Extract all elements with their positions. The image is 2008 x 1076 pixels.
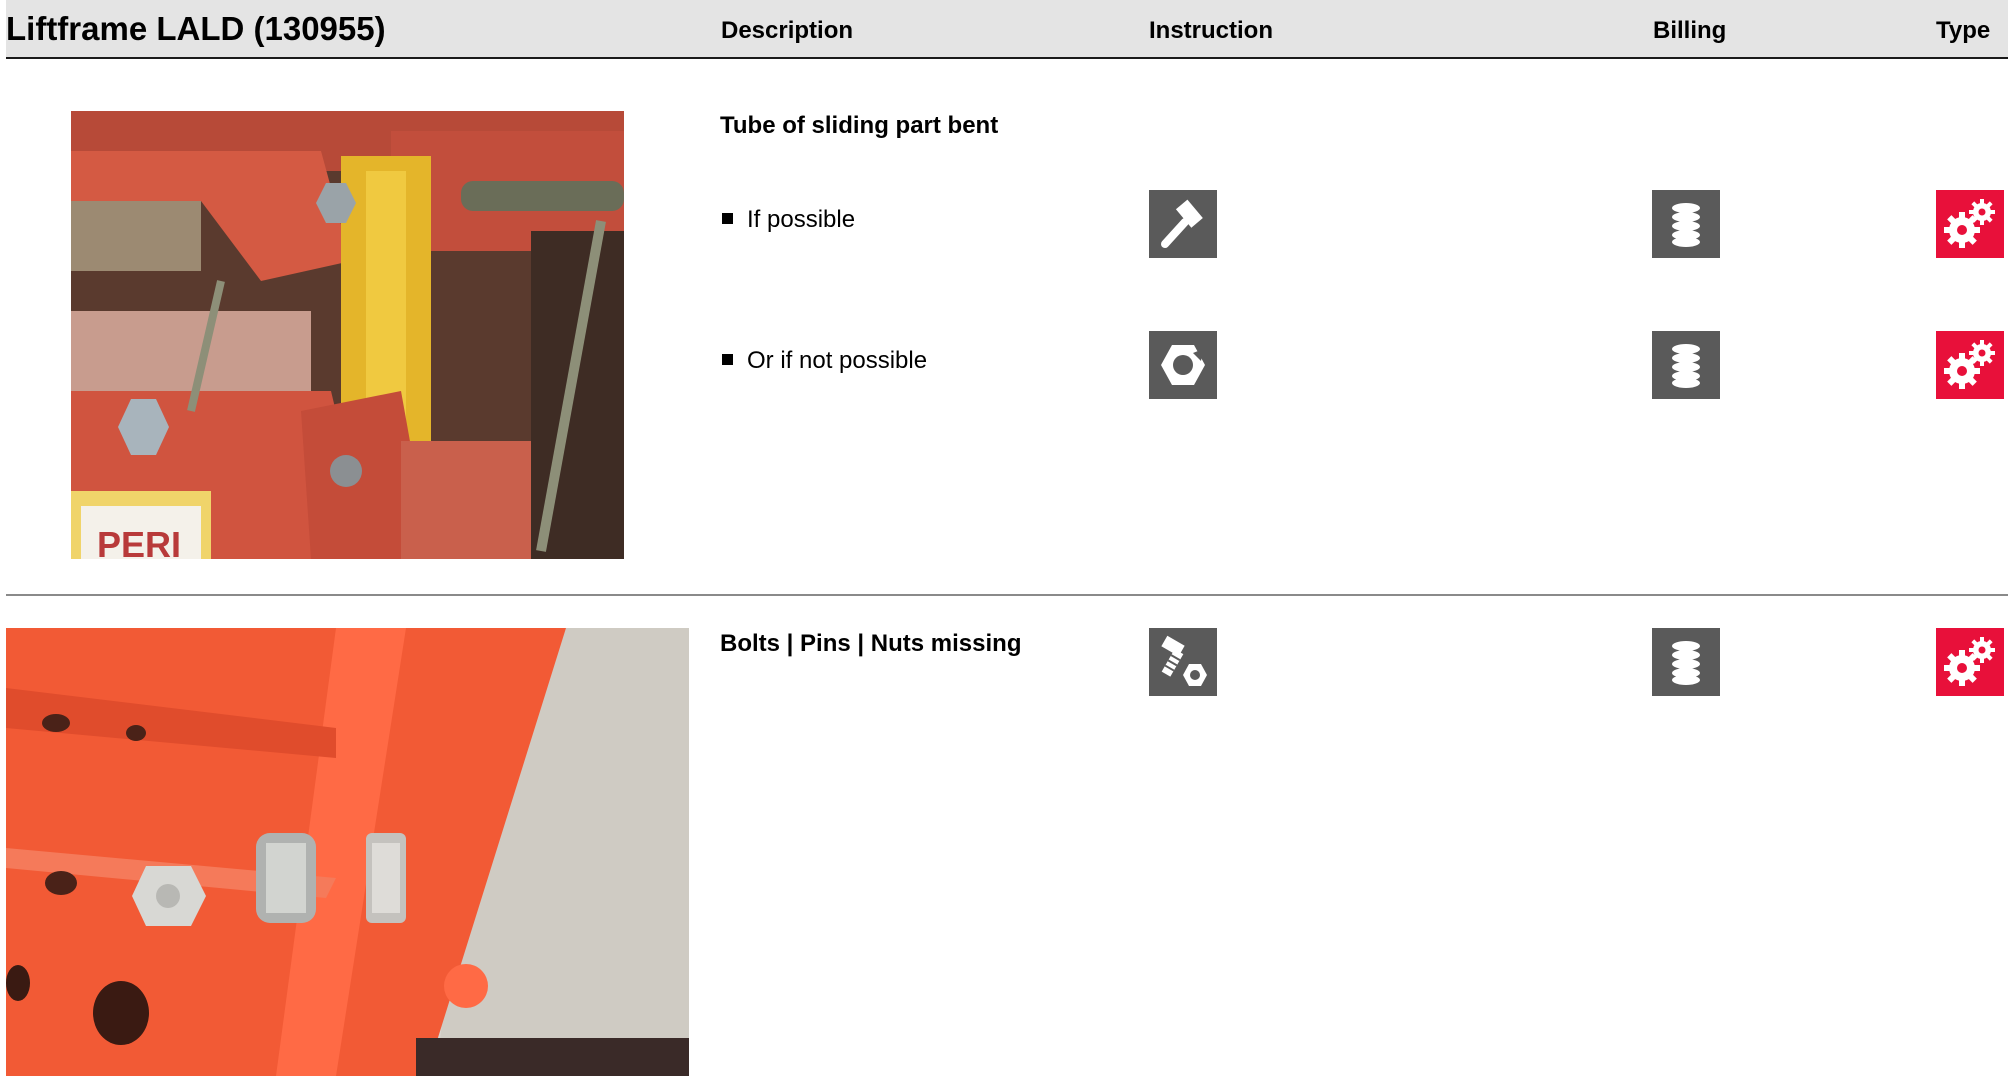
instruction-replace-part-icon-button[interactable]	[1149, 331, 1217, 399]
damage-title-tube-bent: Tube of sliding part bent	[720, 112, 999, 139]
bullet-square	[722, 213, 733, 224]
instruction-hammer-icon-button[interactable]	[1149, 190, 1217, 258]
billing-coins-icon-button[interactable]	[1652, 190, 1720, 258]
photo-brand-label: PERI	[97, 524, 181, 559]
section-divider	[6, 594, 2008, 596]
coins-stack-icon	[1672, 203, 1700, 247]
column-header-description: Description	[721, 17, 854, 44]
instruction-bolt-nut-icon-button[interactable]	[1149, 628, 1217, 696]
hammer-icon	[1161, 199, 1203, 248]
page-title: Liftframe LALD (130955)	[6, 10, 386, 47]
bullet-square	[722, 354, 733, 365]
column-header-billing: Billing	[1653, 17, 1727, 44]
coins-stack-icon	[1672, 641, 1700, 685]
column-header-type: Type	[1936, 17, 1991, 44]
type-gears-icon-button[interactable]	[1936, 190, 2004, 258]
option-label: Or if not possible	[747, 347, 928, 374]
type-gears-icon-button[interactable]	[1936, 628, 2004, 696]
column-header-instruction: Instruction	[1149, 17, 1273, 44]
option-if-not-possible: Or if not possible	[722, 347, 927, 375]
type-gears-icon-button[interactable]	[1936, 331, 2004, 399]
replace-part-icon	[1161, 345, 1205, 385]
billing-coins-icon-button[interactable]	[1652, 628, 1720, 696]
damage-photo-bolts-missing	[6, 628, 689, 1076]
table-header: Liftframe LALD (130955) Description Inst…	[6, 0, 2008, 59]
gears-icon	[1944, 199, 1995, 248]
coins-stack-icon	[1672, 344, 1700, 388]
gears-icon	[1944, 637, 1995, 686]
option-label: If possible	[747, 206, 856, 233]
billing-coins-icon-button[interactable]	[1652, 331, 1720, 399]
option-if-possible: If possible	[722, 206, 855, 234]
gears-icon	[1944, 340, 1995, 389]
damage-title-bolts-missing: Bolts | Pins | Nuts missing	[720, 630, 1022, 657]
bolt-nut-icon	[1161, 635, 1207, 686]
damage-photo-tube-bent: PERI	[71, 111, 624, 559]
